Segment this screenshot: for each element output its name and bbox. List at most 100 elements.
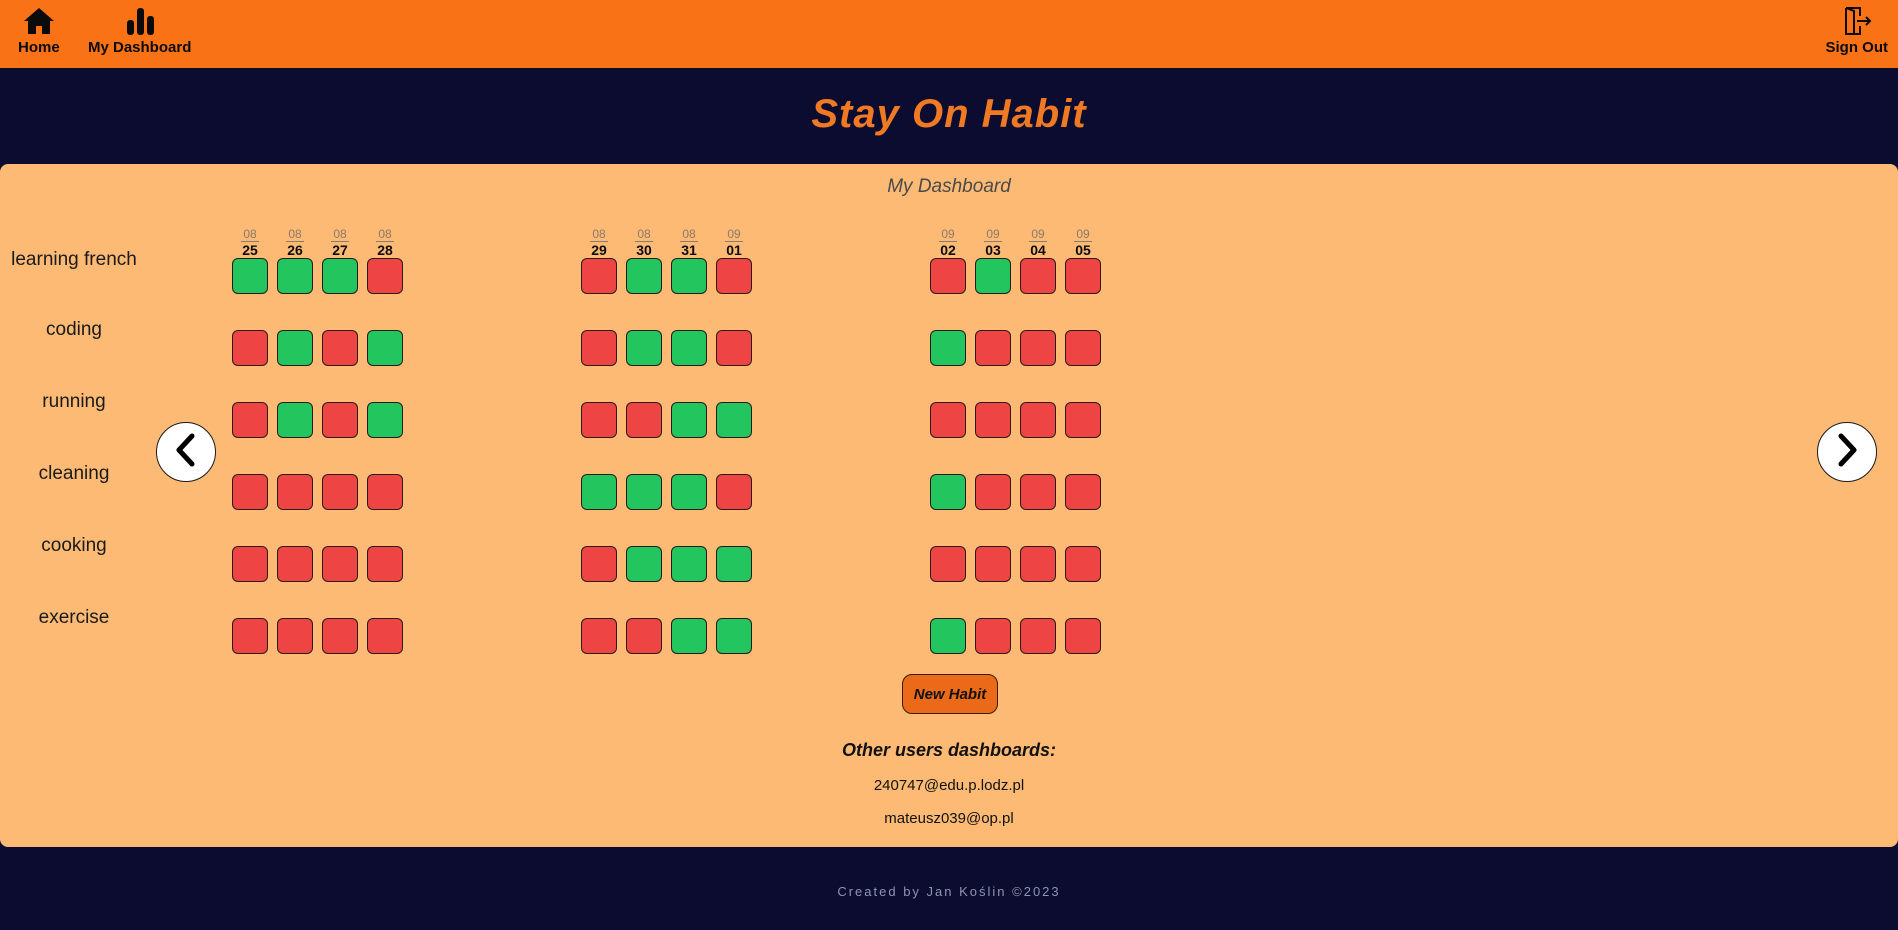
door-exit-icon bbox=[1840, 6, 1874, 36]
habit-day-missed-cell[interactable] bbox=[581, 258, 617, 294]
habit-day-done-cell[interactable] bbox=[716, 618, 752, 654]
habit-day-done-cell[interactable] bbox=[367, 402, 403, 438]
habit-day-missed-cell[interactable] bbox=[975, 474, 1011, 510]
habit-day-done-cell[interactable] bbox=[277, 402, 313, 438]
habit-day-missed-cell[interactable] bbox=[232, 546, 268, 582]
habit-day-done-cell[interactable] bbox=[671, 618, 707, 654]
habit-day-done-cell[interactable] bbox=[626, 546, 662, 582]
habit-day-missed-cell[interactable] bbox=[277, 546, 313, 582]
new-habit-button[interactable]: New Habit bbox=[902, 674, 998, 714]
habit-day-missed-cell[interactable] bbox=[232, 474, 268, 510]
next-week-button[interactable] bbox=[1817, 422, 1877, 482]
date-month: 08 bbox=[376, 228, 394, 242]
habit-day-done-cell[interactable] bbox=[671, 330, 707, 366]
habit-day-done-cell[interactable] bbox=[581, 474, 617, 510]
date-month: 09 bbox=[939, 228, 957, 242]
habit-day-done-cell[interactable] bbox=[671, 258, 707, 294]
habit-day-done-cell[interactable] bbox=[930, 474, 966, 510]
habit-day-missed-cell[interactable] bbox=[716, 474, 752, 510]
habit-day-missed-cell[interactable] bbox=[367, 618, 403, 654]
other-user-link[interactable]: mateusz039@op.pl bbox=[884, 810, 1013, 827]
sign-out-link[interactable]: Sign Out bbox=[1826, 6, 1888, 56]
habit-day-missed-cell[interactable] bbox=[322, 546, 358, 582]
habit-day-missed-cell[interactable] bbox=[1065, 402, 1101, 438]
date-day: 25 bbox=[242, 242, 258, 258]
habit-day-missed-cell[interactable] bbox=[1020, 546, 1056, 582]
habit-day-done-cell[interactable] bbox=[671, 474, 707, 510]
habit-day-missed-cell[interactable] bbox=[975, 330, 1011, 366]
habit-name: exercise bbox=[38, 607, 110, 628]
habit-day-missed-cell[interactable] bbox=[975, 402, 1011, 438]
habit-day-missed-cell[interactable] bbox=[1065, 258, 1101, 294]
habit-day-done-cell[interactable] bbox=[716, 546, 752, 582]
habit-day-missed-cell[interactable] bbox=[716, 258, 752, 294]
dashboard-panel: My Dashboard New Habit Other users dashb… bbox=[0, 164, 1898, 847]
date-header: 08 30 bbox=[626, 228, 662, 258]
nav-home-link[interactable]: Home bbox=[18, 6, 60, 56]
habit-day-done-cell[interactable] bbox=[671, 546, 707, 582]
date-month: 08 bbox=[286, 228, 304, 242]
habit-day-missed-cell[interactable] bbox=[930, 402, 966, 438]
habit-day-missed-cell[interactable] bbox=[232, 618, 268, 654]
habit-day-missed-cell[interactable] bbox=[975, 546, 1011, 582]
habit-day-missed-cell[interactable] bbox=[626, 618, 662, 654]
habit-day-done-cell[interactable] bbox=[671, 402, 707, 438]
habit-day-missed-cell[interactable] bbox=[930, 258, 966, 294]
habit-name: cleaning bbox=[38, 463, 110, 484]
habit-day-missed-cell[interactable] bbox=[367, 474, 403, 510]
habit-day-missed-cell[interactable] bbox=[716, 330, 752, 366]
habit-day-done-cell[interactable] bbox=[626, 258, 662, 294]
habit-day-missed-cell[interactable] bbox=[581, 618, 617, 654]
habit-day-missed-cell[interactable] bbox=[322, 330, 358, 366]
habit-day-done-cell[interactable] bbox=[716, 402, 752, 438]
habit-day-missed-cell[interactable] bbox=[581, 330, 617, 366]
habit-day-done-cell[interactable] bbox=[277, 330, 313, 366]
habit-day-missed-cell[interactable] bbox=[1020, 402, 1056, 438]
habit-day-missed-cell[interactable] bbox=[277, 474, 313, 510]
habit-day-missed-cell[interactable] bbox=[232, 330, 268, 366]
date-day: 30 bbox=[636, 242, 652, 258]
other-user-link[interactable]: 240747@edu.p.lodz.pl bbox=[874, 777, 1024, 794]
habit-day-missed-cell[interactable] bbox=[1065, 474, 1101, 510]
bar-chart-icon bbox=[123, 6, 157, 36]
habit-name: learning french bbox=[11, 249, 137, 270]
habit-day-done-cell[interactable] bbox=[975, 258, 1011, 294]
habit-day-missed-cell[interactable] bbox=[975, 618, 1011, 654]
habit-day-missed-cell[interactable] bbox=[581, 546, 617, 582]
habit-day-missed-cell[interactable] bbox=[322, 402, 358, 438]
habit-day-done-cell[interactable] bbox=[930, 618, 966, 654]
habit-day-missed-cell[interactable] bbox=[1065, 546, 1101, 582]
habit-day-missed-cell[interactable] bbox=[1020, 474, 1056, 510]
nav-dashboard-link[interactable]: My Dashboard bbox=[88, 6, 191, 56]
habit-day-missed-cell[interactable] bbox=[1020, 258, 1056, 294]
date-month: 08 bbox=[680, 228, 698, 242]
date-month: 09 bbox=[984, 228, 1002, 242]
habit-day-missed-cell[interactable] bbox=[1020, 330, 1056, 366]
date-day: 31 bbox=[681, 242, 697, 258]
habit-day-done-cell[interactable] bbox=[232, 258, 268, 294]
habit-day-missed-cell[interactable] bbox=[581, 402, 617, 438]
habit-day-missed-cell[interactable] bbox=[367, 258, 403, 294]
previous-week-button[interactable] bbox=[156, 422, 216, 482]
habit-day-missed-cell[interactable] bbox=[322, 618, 358, 654]
habit-day-missed-cell[interactable] bbox=[277, 618, 313, 654]
other-user-row: mateusz039@op.pl bbox=[0, 810, 1898, 827]
habit-day-missed-cell[interactable] bbox=[1065, 330, 1101, 366]
habit-day-missed-cell[interactable] bbox=[930, 546, 966, 582]
habit-day-missed-cell[interactable] bbox=[1065, 618, 1101, 654]
habit-day-missed-cell[interactable] bbox=[232, 402, 268, 438]
dashboard-title: My Dashboard bbox=[887, 176, 1011, 197]
habit-day-done-cell[interactable] bbox=[930, 330, 966, 366]
habit-day-missed-cell[interactable] bbox=[1020, 618, 1056, 654]
date-header: 08 25 bbox=[232, 228, 268, 258]
habit-day-done-cell[interactable] bbox=[626, 474, 662, 510]
habit-day-done-cell[interactable] bbox=[626, 330, 662, 366]
habit-day-done-cell[interactable] bbox=[367, 330, 403, 366]
habit-day-done-cell[interactable] bbox=[322, 258, 358, 294]
habit-day-missed-cell[interactable] bbox=[367, 546, 403, 582]
date-header: 08 29 bbox=[581, 228, 617, 258]
date-day: 29 bbox=[591, 242, 607, 258]
habit-day-missed-cell[interactable] bbox=[322, 474, 358, 510]
habit-day-missed-cell[interactable] bbox=[626, 402, 662, 438]
habit-day-done-cell[interactable] bbox=[277, 258, 313, 294]
